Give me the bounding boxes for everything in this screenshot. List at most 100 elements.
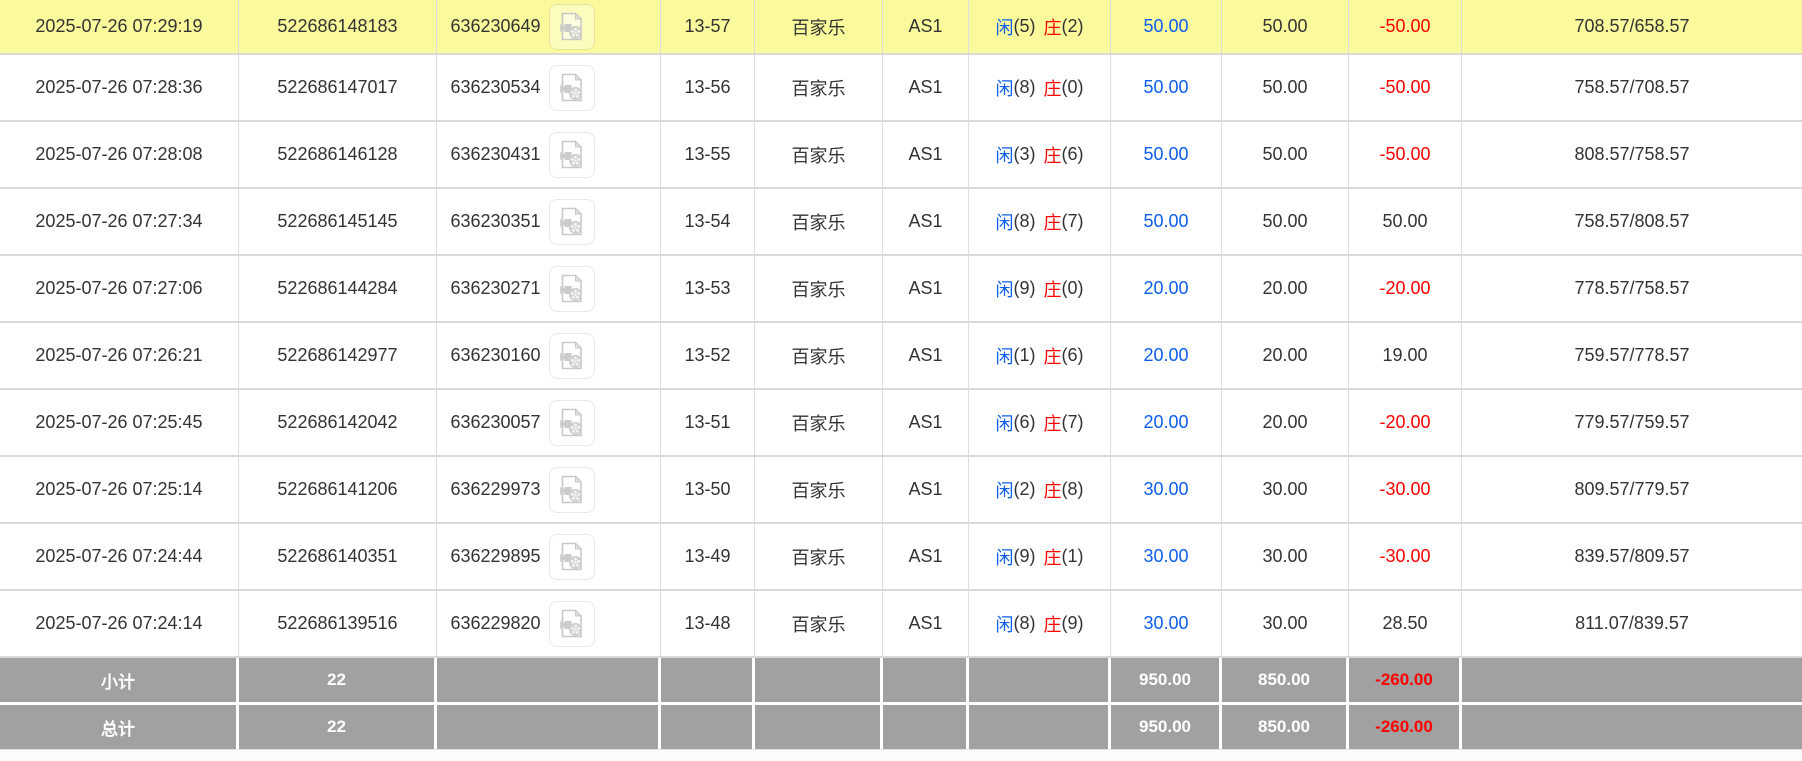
win-loss-cell: -50.00 bbox=[1349, 0, 1462, 53]
bet-time-cell: 2025-07-26 07:29:19 bbox=[0, 0, 239, 53]
video-replay-button[interactable] bbox=[548, 399, 595, 446]
game-round-id: 636229820 bbox=[450, 613, 541, 633]
round-cell: 13-55 bbox=[661, 122, 755, 187]
banker-label: 庄 bbox=[1043, 212, 1062, 233]
table-row[interactable]: 2025-07-26 07:27:34 522686145145 6362303… bbox=[0, 189, 1802, 256]
empty-cell bbox=[1462, 705, 1802, 749]
video-file-icon bbox=[556, 474, 587, 505]
player-label: 闲 bbox=[995, 145, 1014, 166]
table-row[interactable]: 2025-07-26 07:26:21 522686142977 6362301… bbox=[0, 323, 1802, 390]
result-cell: 闲 (8) 庄 (9) bbox=[969, 591, 1111, 656]
result-cell: 闲 (5) 庄 (2) bbox=[969, 0, 1111, 53]
result-cell: 闲 (2) 庄 (8) bbox=[969, 457, 1111, 522]
table-row[interactable]: 2025-07-26 07:24:14 522686139516 6362298… bbox=[0, 591, 1802, 658]
valid-amount-cell: 20.00 bbox=[1222, 323, 1349, 388]
valid-amount-cell: 50.00 bbox=[1222, 189, 1349, 254]
bet-id-cell: 522686144284 bbox=[239, 256, 437, 321]
balance-cell: 811.07/839.57 bbox=[1575, 613, 1689, 633]
player-score: (9) bbox=[1013, 278, 1036, 298]
bet-id-cell: 522686141206 bbox=[239, 457, 437, 522]
bet-time-cell: 2025-07-26 07:24:44 bbox=[0, 524, 239, 589]
video-replay-button[interactable] bbox=[548, 332, 595, 379]
bet-records-table: 2025-07-26 07:29:19 522686148183 6362306… bbox=[0, 0, 1802, 761]
banker-label: 庄 bbox=[1043, 480, 1062, 501]
video-replay-button[interactable] bbox=[548, 3, 595, 50]
result-cell: 闲 (8) 庄 (7) bbox=[969, 189, 1111, 254]
video-file-icon bbox=[556, 206, 587, 237]
table-row[interactable]: 2025-07-26 07:27:06 522686144284 6362302… bbox=[0, 256, 1802, 323]
video-file-icon bbox=[556, 340, 587, 371]
result-cell: 闲 (1) 庄 (6) bbox=[969, 323, 1111, 388]
bet-amount-cell: 30.00 bbox=[1111, 591, 1222, 656]
table-code-cell: AS1 bbox=[883, 591, 969, 656]
banker-label: 庄 bbox=[1043, 413, 1062, 434]
game-round-id-cell: 636230649 bbox=[437, 0, 661, 53]
total-label: 总计 bbox=[0, 705, 239, 749]
game-round-id: 636230057 bbox=[450, 412, 541, 432]
game-round-id: 636230351 bbox=[450, 211, 541, 231]
win-loss-cell: -30.00 bbox=[1349, 524, 1462, 589]
game-round-id: 636230649 bbox=[450, 16, 541, 36]
game-round-id-cell: 636229895 bbox=[437, 524, 661, 589]
game-round-id: 636230160 bbox=[450, 345, 541, 365]
table-row[interactable]: 2025-07-26 07:28:36 522686147017 6362305… bbox=[0, 55, 1802, 122]
player-label: 闲 bbox=[995, 346, 1014, 367]
game-round-id-cell: 636230057 bbox=[437, 390, 661, 455]
total-row: 总计 22 950.00 850.00 -260.00 bbox=[0, 705, 1802, 749]
game-type-cell: 百家乐 bbox=[755, 189, 883, 254]
video-replay-button[interactable] bbox=[548, 600, 595, 647]
game-round-id-cell: 636230160 bbox=[437, 323, 661, 388]
subtotal-win-loss: -260.00 bbox=[1349, 658, 1462, 702]
game-round-id-cell: 636229820 bbox=[437, 591, 661, 656]
player-label: 闲 bbox=[995, 614, 1014, 635]
table-code-cell: AS1 bbox=[883, 0, 969, 53]
bet-id-cell: 522686142042 bbox=[239, 390, 437, 455]
banker-label: 庄 bbox=[1043, 547, 1062, 568]
result-cell: 闲 (9) 庄 (0) bbox=[969, 256, 1111, 321]
empty-cell bbox=[755, 658, 883, 702]
table-row[interactable]: 2025-07-26 07:25:14 522686141206 6362299… bbox=[0, 457, 1802, 524]
banker-label: 庄 bbox=[1043, 17, 1062, 38]
video-replay-button[interactable] bbox=[548, 265, 595, 312]
video-replay-button[interactable] bbox=[548, 64, 595, 111]
bet-time-cell: 2025-07-26 07:25:14 bbox=[0, 457, 239, 522]
video-replay-button[interactable] bbox=[548, 466, 595, 513]
balance-cell: 759.57/778.57 bbox=[1574, 345, 1690, 365]
video-replay-button[interactable] bbox=[548, 533, 595, 580]
balance-cell: 808.57/758.57 bbox=[1574, 144, 1690, 164]
banker-score: (7) bbox=[1061, 412, 1084, 432]
player-score: (3) bbox=[1013, 144, 1036, 164]
bet-amount-cell: 50.00 bbox=[1111, 55, 1222, 120]
player-score: (2) bbox=[1013, 479, 1036, 499]
result-cell: 闲 (8) 庄 (0) bbox=[969, 55, 1111, 120]
bet-id-cell: 522686147017 bbox=[239, 55, 437, 120]
video-replay-button[interactable] bbox=[548, 131, 595, 178]
bet-amount-cell: 50.00 bbox=[1111, 189, 1222, 254]
empty-cell bbox=[969, 658, 1111, 702]
balance-cell: 809.57/779.57 bbox=[1574, 479, 1690, 499]
video-replay-button[interactable] bbox=[548, 198, 595, 245]
table-row[interactable]: 2025-07-26 07:28:08 522686146128 6362304… bbox=[0, 122, 1802, 189]
subtotal-bet-amount: 950.00 bbox=[1111, 658, 1222, 702]
empty-cell bbox=[755, 705, 883, 749]
subtotal-valid-amount: 850.00 bbox=[1222, 658, 1349, 702]
video-file-icon bbox=[556, 72, 587, 103]
bet-id-cell: 522686145145 bbox=[239, 189, 437, 254]
valid-amount-cell: 20.00 bbox=[1222, 256, 1349, 321]
round-cell: 13-56 bbox=[661, 55, 755, 120]
game-type-cell: 百家乐 bbox=[755, 0, 883, 53]
win-loss-cell: 50.00 bbox=[1349, 189, 1462, 254]
table-row[interactable]: 2025-07-26 07:24:44 522686140351 6362298… bbox=[0, 524, 1802, 591]
subtotal-row: 小计 22 950.00 850.00 -260.00 bbox=[0, 658, 1802, 702]
player-score: (8) bbox=[1013, 613, 1036, 633]
win-loss-cell: 28.50 bbox=[1349, 591, 1462, 656]
win-loss-cell: 19.00 bbox=[1349, 323, 1462, 388]
bet-id-cell: 522686142977 bbox=[239, 323, 437, 388]
table-row[interactable]: 2025-07-26 07:29:19 522686148183 6362306… bbox=[0, 0, 1802, 55]
player-score: (8) bbox=[1013, 77, 1036, 97]
bet-id-cell: 522686140351 bbox=[239, 524, 437, 589]
table-row[interactable]: 2025-07-26 07:25:45 522686142042 6362300… bbox=[0, 390, 1802, 457]
video-file-icon bbox=[556, 541, 587, 572]
banker-score: (8) bbox=[1061, 479, 1084, 499]
table-code-cell: AS1 bbox=[883, 390, 969, 455]
